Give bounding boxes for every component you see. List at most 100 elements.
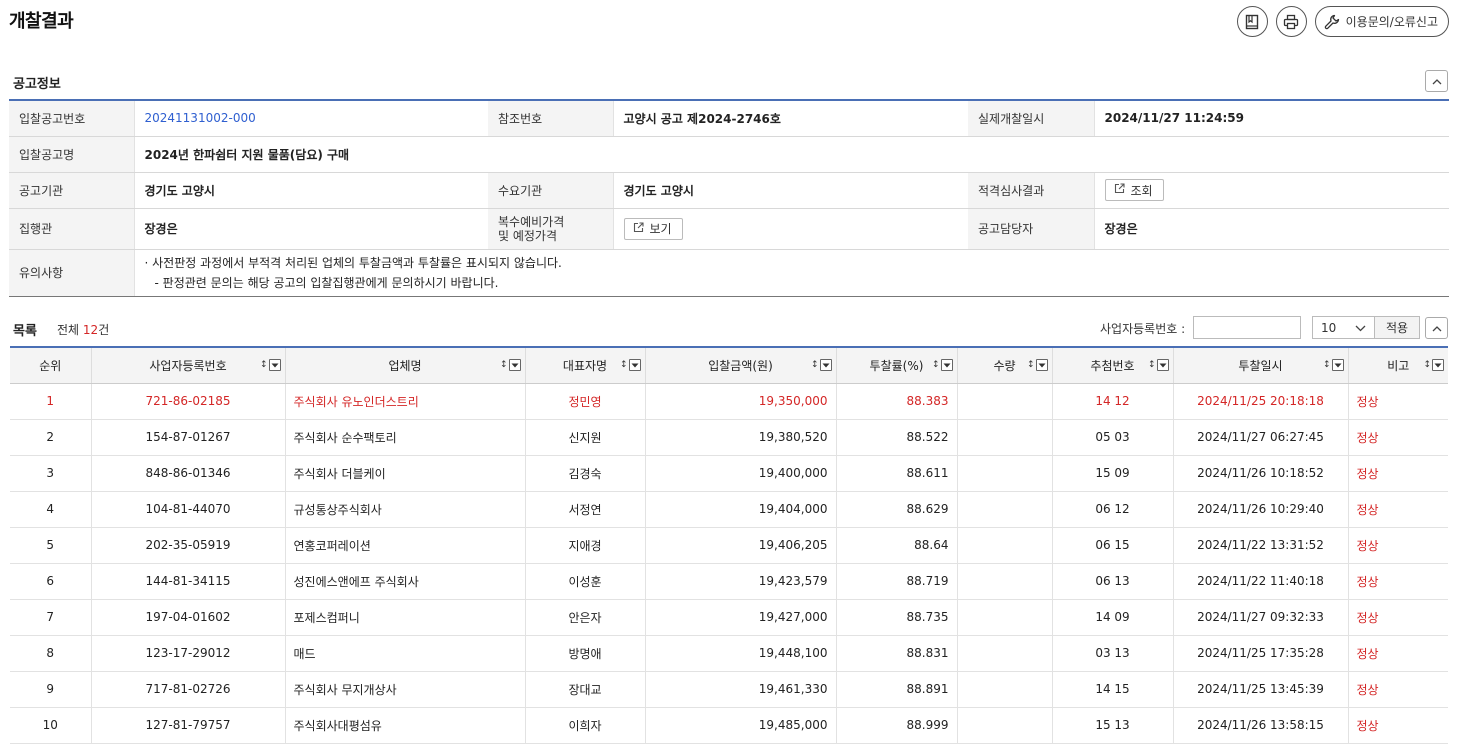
page-size-select[interactable]: 10 [1312, 316, 1375, 339]
rate-cell: 88.522 [836, 419, 958, 456]
note-cell: 정상 [1348, 383, 1448, 420]
sort-icon[interactable]: ↕ [1027, 360, 1035, 370]
column-header[interactable]: 추첨번호 ↕ [1052, 347, 1174, 384]
sort-icon[interactable]: ↕ [620, 360, 628, 370]
column-header[interactable]: 대표자명 ↕ [525, 347, 646, 384]
column-header-label: 입찰금액(원) [708, 358, 773, 373]
review-button[interactable]: 조회 [1104, 179, 1164, 201]
filter-dropdown-icon[interactable] [1331, 359, 1344, 371]
amount-cell: 19,404,000 [645, 491, 837, 528]
note-cell: 정상 [1348, 455, 1448, 492]
ceo-cell: 이성훈 [525, 563, 646, 600]
filter-dropdown-icon[interactable] [508, 359, 521, 371]
table-row[interactable]: 7 197-04-01602 포제스컴퍼니 안은자 19,427,000 88.735 14… [10, 599, 1448, 636]
notice-collapse-button[interactable] [1425, 70, 1448, 92]
amount-cell: 19,485,000 [645, 707, 837, 744]
company-cell: 연홍코퍼레이션 [285, 527, 526, 564]
sort-icon[interactable]: ↕ [1323, 360, 1331, 370]
ceo-cell: 김경숙 [525, 455, 646, 492]
filter-dropdown-icon[interactable] [1432, 359, 1444, 371]
quantity-cell [957, 383, 1053, 420]
filter-dropdown-icon[interactable] [268, 359, 281, 371]
chevron-up-icon [1432, 74, 1442, 88]
note-cell: 정상 [1348, 419, 1448, 456]
column-controls: ↕ [260, 359, 281, 371]
print-icon [1283, 14, 1299, 30]
lottery-cell: 14 09 [1052, 599, 1174, 636]
column-header-label: 순위 [39, 358, 62, 373]
list-collapse-button[interactable] [1425, 317, 1448, 339]
rate-cell: 88.629 [836, 491, 958, 528]
quantity-cell [957, 563, 1053, 600]
rate-cell: 88.719 [836, 563, 958, 600]
reg-no-cell: 104-81-44070 [91, 491, 286, 528]
bid-no-link[interactable]: 20241131002-000 [145, 111, 256, 125]
top-actions: 이용문의/오류신고 [1236, 6, 1449, 37]
review-button-label: 조회 [1130, 183, 1153, 198]
column-header-label: 비고 [1387, 358, 1410, 373]
sort-icon[interactable]: ↕ [1148, 360, 1156, 370]
inquiry-button[interactable]: 이용문의/오류신고 [1314, 6, 1449, 37]
amount-cell: 19,400,000 [645, 455, 837, 492]
sort-icon[interactable]: ↕ [1423, 360, 1431, 370]
table-row[interactable]: 5 202-35-05919 연홍코퍼레이션 지애경 19,406,205 88.64 06… [10, 527, 1448, 564]
reg-no-cell: 717-81-02726 [91, 671, 286, 708]
ceo-cell: 정민영 [525, 383, 646, 420]
column-controls: ↕ [811, 359, 832, 371]
apply-button[interactable]: 적용 [1374, 316, 1420, 339]
filter-dropdown-icon[interactable] [819, 359, 832, 371]
sort-icon[interactable]: ↕ [811, 360, 819, 370]
column-header[interactable]: 비고 ↕ [1348, 347, 1448, 384]
table-row[interactable]: 3 848-86-01346 주식회사 더블케이 김경숙 19,400,000 88.61… [10, 455, 1448, 492]
sort-icon[interactable]: ↕ [260, 360, 268, 370]
agency-value: 경기도 고양시 [134, 172, 488, 209]
print-button[interactable] [1275, 6, 1307, 37]
sort-icon[interactable]: ↕ [500, 360, 508, 370]
table-row[interactable]: 1 721-86-02185 주식회사 유노인더스트리 정민영 19,350,000 88… [10, 383, 1448, 420]
reg-no-cell: 197-04-01602 [91, 599, 286, 636]
filter-dropdown-icon[interactable] [940, 359, 953, 371]
table-row[interactable]: 8 123-17-29012 매드 방명애 19,448,100 88.831 03 13 2… [10, 635, 1448, 672]
column-header-label: 투찰일시 [1238, 358, 1283, 373]
lottery-cell: 15 13 [1052, 707, 1174, 744]
notice-name-value: 2024년 한파쉼터 지원 물품(담요) 구매 [134, 136, 1449, 173]
column-header[interactable]: 투찰률(%) ↕ [836, 347, 958, 384]
list-total-count: 전체 12건 [57, 323, 110, 337]
rate-cell: 88.831 [836, 635, 958, 672]
column-header[interactable]: 투찰일시 ↕ [1173, 347, 1349, 384]
reg-no-cell: 154-87-01267 [91, 419, 286, 456]
bookmark-icon [1244, 14, 1260, 30]
rate-cell: 88.999 [836, 707, 958, 744]
rank-cell: 1 [10, 383, 92, 420]
bookmark-button[interactable] [1236, 6, 1268, 37]
company-cell: 주식회사 유노인더스트리 [285, 383, 526, 420]
manager-label: 공고담당자 [968, 208, 1095, 250]
column-header-label: 추첨번호 [1090, 358, 1135, 373]
table-row[interactable]: 6 144-81-34115 성진에스앤에프 주식회사 이성훈 19,423,579 88… [10, 563, 1448, 600]
company-cell: 주식회사 더블케이 [285, 455, 526, 492]
quantity-cell [957, 671, 1053, 708]
filter-dropdown-icon[interactable] [628, 359, 641, 371]
table-row[interactable]: 10 127-81-79757 주식회사대평섬유 이희자 19,485,000 88.99… [10, 707, 1448, 744]
ceo-cell: 서정연 [525, 491, 646, 528]
ceo-cell: 방명애 [525, 635, 646, 672]
table-row[interactable]: 4 104-81-44070 규성통상주식회사 서정연 19,404,000 88.629… [10, 491, 1448, 528]
price-view-button[interactable]: 보기 [623, 217, 683, 240]
filter-dropdown-icon[interactable] [1035, 359, 1048, 371]
amount-cell: 19,406,205 [645, 527, 837, 564]
column-controls: ↕ [620, 359, 641, 371]
column-header[interactable]: 사업자등록번호 ↕ [91, 347, 286, 384]
bid-datetime-cell: 2024/11/22 11:40:18 [1173, 563, 1349, 600]
table-row[interactable]: 9 717-81-02726 주식회사 무지개상사 장대교 19,461,330 88.8… [10, 671, 1448, 708]
column-header[interactable]: 업체명 ↕ [285, 347, 526, 384]
demand-value: 경기도 고양시 [613, 172, 968, 209]
column-header[interactable]: 수량 ↕ [957, 347, 1053, 384]
table-row[interactable]: 2 154-87-01267 주식회사 순수팩토리 신지원 19,380,520 88.5… [10, 419, 1448, 456]
filter-dropdown-icon[interactable] [1156, 359, 1169, 371]
reg-no-filter-input[interactable] [1193, 316, 1301, 339]
column-header[interactable]: 입찰금액(원) ↕ [645, 347, 837, 384]
notice-section-title: 공고정보 [13, 77, 61, 92]
sort-icon[interactable]: ↕ [932, 360, 940, 370]
ceo-cell: 안은자 [525, 599, 646, 636]
quantity-cell [957, 707, 1053, 744]
